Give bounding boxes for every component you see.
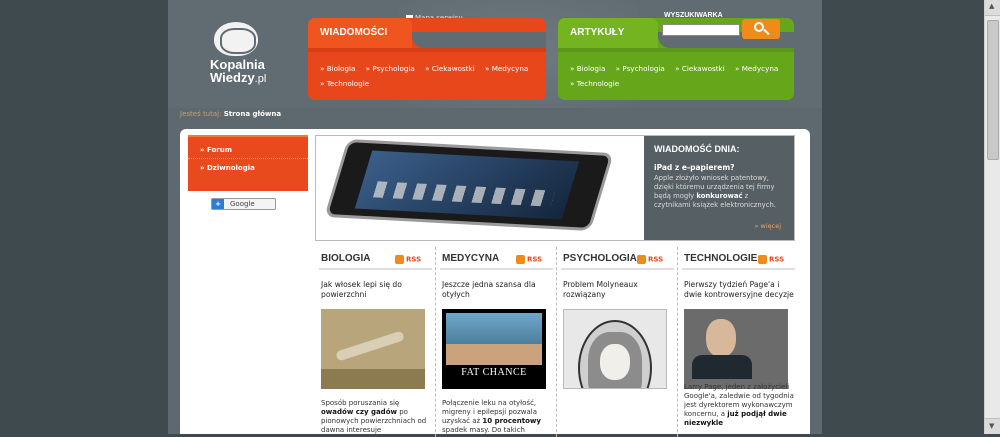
logo-suffix: .pl [254, 73, 267, 85]
news-of-day: WIADOMOŚĆ DNIA: iPad z e-papierem? Apple… [644, 136, 794, 240]
side-menu-dziwnologia[interactable]: Dziwnologia [188, 159, 308, 177]
column-heading[interactable]: TECHNOLOGIE [684, 253, 757, 264]
article-title[interactable]: Pierwszy tydzień Page'a i dwie kontrower… [684, 280, 794, 300]
vertical-scrollbar[interactable] [984, 0, 1000, 434]
search-icon-handle [763, 28, 770, 36]
column-psychologia: PSYCHOLOGIA RSS Problem Molyneaux rozwią… [557, 247, 678, 437]
rss-label: RSS [769, 255, 785, 264]
article-title[interactable]: Jak włosek lepi się do powierzchni [321, 280, 431, 300]
rss-icon [395, 255, 404, 264]
article-thumbnail[interactable]: FAT CHANCE [442, 309, 546, 389]
panel-divider [558, 48, 794, 52]
desc-part: spadek masy. Do takich [442, 426, 525, 434]
article-thumbnail[interactable] [321, 309, 425, 389]
google-plus-button[interactable]: + Google [211, 198, 276, 210]
scrollbar-thumb[interactable] [987, 20, 999, 160]
article-description: Sposób poruszania się owadów czy gadów p… [321, 399, 431, 435]
column-heading[interactable]: BIOLOGIA [321, 253, 370, 264]
articles-nav-link-biologia[interactable]: Biologia [570, 64, 606, 73]
site-logo[interactable]: Kopalnia Wiedzy.pl [206, 22, 276, 92]
articles-nav-link-ciekawostki[interactable]: Ciekawostki [675, 64, 725, 73]
breadcrumb: Jesteś tutaj: Strona główna [180, 110, 281, 118]
panel-shoulder [412, 32, 546, 48]
logo-text: Kopalnia Wiedzy.pl [210, 58, 266, 86]
category-columns: BIOLOGIA RSS Jak włosek lepi się do powi… [315, 247, 805, 437]
desc-bold: 10 procentowy [482, 417, 541, 425]
photo-face [706, 319, 736, 357]
photo-shirt [692, 355, 752, 379]
google-button-label: Google [230, 200, 255, 208]
breadcrumb-label: Jesteś tutaj: [180, 110, 222, 118]
tablet-image [324, 138, 614, 232]
news-nav-link-psychologia[interactable]: Psychologia [366, 64, 414, 73]
news-nav-link-technologie[interactable]: Technologie [320, 79, 369, 88]
news-nav-link-biologia[interactable]: Biologia [320, 64, 356, 73]
news-nav-links: Biologia Psychologia Ciekawostki Medycyn… [320, 64, 540, 94]
column-biologia: BIOLOGIA RSS Jak włosek lepi się do powi… [315, 247, 436, 437]
articles-nav-link-medycyna[interactable]: Medycyna [735, 64, 779, 73]
brain-logo-icon [214, 22, 258, 56]
news-nav-panel: WIADOMOŚCI Biologia Psychologia Ciekawos… [308, 18, 546, 100]
articles-nav-link-psychologia[interactable]: Psychologia [616, 64, 664, 73]
rss-icon [516, 255, 525, 264]
column-medycyna: MEDYCYNA RSS Jeszcze jedna szansa dla ot… [436, 247, 557, 437]
rss-label: RSS [406, 255, 422, 264]
rss-label: RSS [527, 255, 543, 264]
featured-banner[interactable]: WIADOMOŚĆ DNIA: iPad z e-papierem? Apple… [315, 135, 795, 241]
article-thumbnail[interactable] [563, 309, 667, 389]
main-content: Forum Dziwnologia + Google WIADOMOŚĆ DNI… [180, 129, 810, 437]
site-header: Kopalnia Wiedzy.pl Mapa serwisu WIADOMOŚ… [168, 0, 822, 108]
rss-icon [637, 255, 646, 264]
articles-nav-title[interactable]: ARTYKUŁY [558, 18, 658, 48]
search-input[interactable] [662, 24, 740, 36]
column-divider [561, 268, 674, 270]
logo-line-2: Wiedzy [210, 70, 255, 85]
news-text-bold: konkurować [696, 192, 743, 200]
rss-label: RSS [648, 255, 664, 264]
news-of-day-title: WIADOMOŚĆ DNIA: [654, 144, 740, 154]
article-title[interactable]: Problem Molyneaux rozwiązany [563, 280, 673, 300]
articles-nav-link-technologie[interactable]: Technologie [570, 79, 619, 88]
article-title[interactable]: Jeszcze jedna szansa dla otyłych [442, 280, 552, 300]
news-nav-link-ciekawostki[interactable]: Ciekawostki [425, 64, 475, 73]
page-background-left [0, 0, 168, 434]
thumbnail-caption: FAT CHANCE [461, 367, 527, 378]
rss-link[interactable]: RSS [395, 255, 421, 264]
thumbnail-photo [446, 313, 542, 365]
rss-link[interactable]: RSS [516, 255, 542, 264]
column-divider [319, 268, 432, 270]
plus-icon: + [212, 199, 224, 209]
column-divider [440, 268, 553, 270]
news-of-day-text: Apple złożyło wniosek patentowy, dzięki … [654, 174, 785, 210]
article-description: Połączenie leku na otyłość, migreny i ep… [442, 399, 552, 435]
scroll-up-arrow-icon[interactable] [985, 0, 1000, 16]
column-divider [682, 268, 795, 270]
search-icon [754, 22, 764, 32]
news-nav-title[interactable]: WIADOMOŚCI [308, 18, 412, 48]
panel-divider [308, 48, 546, 52]
news-more-link[interactable]: więcej [754, 222, 782, 230]
portrait-face [600, 344, 630, 380]
page-background-right [822, 0, 984, 434]
news-nav-link-medycyna[interactable]: Medycyna [485, 64, 529, 73]
rss-icon [758, 255, 767, 264]
rss-link[interactable]: RSS [758, 255, 784, 264]
desc-part: Sposób poruszania się [321, 399, 400, 407]
side-menu-forum[interactable]: Forum [188, 141, 308, 159]
desc-bold: owadów czy gadów [321, 408, 397, 416]
articles-nav-links: Biologia Psychologia Ciekawostki Medycyn… [570, 64, 790, 94]
news-of-day-headline[interactable]: iPad z e-papierem? [654, 163, 785, 172]
search-label: WYSZUKIWARKA [664, 12, 723, 19]
column-heading[interactable]: MEDYCYNA [442, 253, 499, 264]
column-heading[interactable]: PSYCHOLOGIA [563, 253, 637, 264]
site-container: Kopalnia Wiedzy.pl Mapa serwisu WIADOMOŚ… [168, 0, 822, 437]
article-thumbnail[interactable] [684, 309, 788, 389]
scroll-down-arrow-icon[interactable] [985, 418, 1000, 434]
breadcrumb-current[interactable]: Strona główna [224, 110, 281, 118]
search-button[interactable] [742, 19, 780, 39]
column-technologie: TECHNOLOGIE RSS Pierwszy tydzień Page'a … [678, 247, 799, 437]
rss-link[interactable]: RSS [637, 255, 663, 264]
article-description: Larry Page, jeden z założycieli Google'a… [684, 383, 794, 428]
side-menu: Forum Dziwnologia [188, 135, 308, 191]
